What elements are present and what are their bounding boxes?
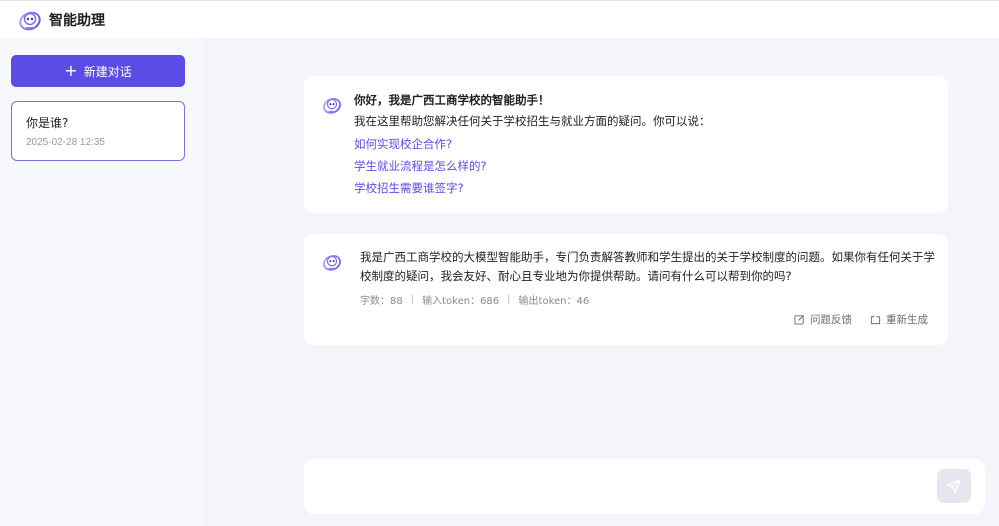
output-token-count: 输出token：46 <box>518 296 590 307</box>
input-token-count: 输入token：686 <box>422 296 500 307</box>
conversation-title: 你是谁? <box>26 116 69 130</box>
send-button[interactable] <box>937 469 971 503</box>
app-title: 智能助理 <box>49 12 105 29</box>
feedback-button[interactable]: 问题反馈 <box>794 312 852 327</box>
suggestion-link[interactable]: 学生就业流程是怎么样的? <box>354 158 487 174</box>
chat-area: 你好，我是广西工商学校的智能助手！ 我在这里帮助您解决任何关于学校招生与就业方面… <box>202 38 999 526</box>
conversation-date: 2025-02-28 12:35 <box>26 137 105 148</box>
conversation-item[interactable]: 你是谁? 2025-02-28 12:35 <box>11 101 185 161</box>
divider: | <box>410 294 415 305</box>
suggestion-link[interactable]: 如何实现校企合作? <box>354 136 452 152</box>
send-icon <box>946 478 962 494</box>
feedback-label: 问题反馈 <box>810 314 852 326</box>
plus-icon: + <box>64 61 78 80</box>
reply-text: 我是广西工商学校的大模型智能助手，专门负责解答教师和学生提出的关于学校制度的问题… <box>360 250 935 283</box>
regenerate-button[interactable]: 重新生成 <box>870 312 928 327</box>
robot-logo-icon <box>19 11 41 30</box>
edit-icon <box>794 315 804 325</box>
reply-actions: 问题反馈 重新生成 <box>794 312 928 327</box>
divider: | <box>507 294 511 305</box>
message-composer <box>304 459 985 514</box>
welcome-greeting: 你好，我是广西工商学校的智能助手！ <box>354 93 550 107</box>
new-chat-label: 新建对话 <box>83 64 132 79</box>
reply-stats: 字数：88 | 输入token：686 | 输出token：46 <box>360 292 589 307</box>
welcome-message: 你好，我是广西工商学校的智能助手！ 我在这里帮助您解决任何关于学校招生与就业方面… <box>304 76 948 213</box>
welcome-intro: 我在这里帮助您解决任何关于学校招生与就业方面的疑问。你可以说： <box>354 114 711 128</box>
new-chat-button[interactable]: + 新建对话 <box>11 55 185 87</box>
regenerate-label: 重新生成 <box>886 314 928 326</box>
sidebar: + 新建对话 你是谁? 2025-02-28 12:35 <box>0 38 202 526</box>
top-bar: 智能助理 <box>0 0 999 38</box>
message-input[interactable] <box>318 469 918 505</box>
assistant-avatar-icon <box>323 98 341 114</box>
regenerate-icon <box>870 315 881 325</box>
char-count: 字数：88 <box>360 296 403 307</box>
assistant-reply: 我是广西工商学校的大模型智能助手，专门负责解答教师和学生提出的关于学校制度的问题… <box>304 234 948 345</box>
assistant-avatar-icon <box>323 255 341 271</box>
suggestion-link[interactable]: 学校招生需要谁签字? <box>354 180 464 196</box>
